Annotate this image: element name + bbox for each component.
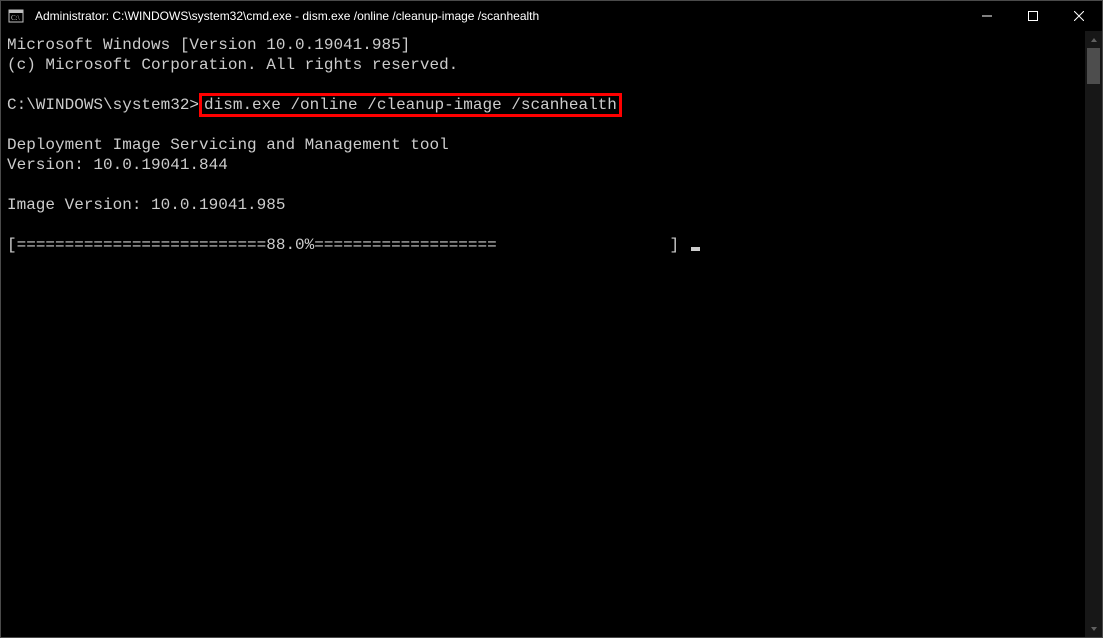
titlebar[interactable]: C:\ Administrator: C:\WINDOWS\system32\c…	[1, 1, 1102, 31]
terminal-output[interactable]: Microsoft Windows [Version 10.0.19041.98…	[1, 31, 1085, 637]
svg-text:C:\: C:\	[11, 14, 20, 22]
client-area: Microsoft Windows [Version 10.0.19041.98…	[1, 31, 1102, 637]
app-icon: C:\	[1, 1, 31, 31]
cmd-window: C:\ Administrator: C:\WINDOWS\system32\c…	[0, 0, 1103, 638]
entered-command: dism.exe /online /cleanup-image /scanhea…	[204, 96, 617, 114]
scroll-track[interactable]	[1085, 48, 1102, 620]
window-controls	[964, 1, 1102, 31]
copyright-line: (c) Microsoft Corporation. All rights re…	[7, 56, 458, 74]
scroll-up-button[interactable]	[1085, 31, 1102, 48]
window-title: Administrator: C:\WINDOWS\system32\cmd.e…	[31, 9, 964, 23]
prompt-prefix: C:\WINDOWS\system32>	[7, 96, 199, 114]
progress-bar: [==========================88.0%========…	[7, 236, 689, 254]
vertical-scrollbar[interactable]	[1085, 31, 1102, 637]
entered-command-highlight: dism.exe /online /cleanup-image /scanhea…	[199, 93, 622, 117]
minimize-button[interactable]	[964, 1, 1010, 31]
text-cursor	[691, 247, 700, 251]
image-version-line: Image Version: 10.0.19041.985	[7, 196, 285, 214]
os-version-line: Microsoft Windows [Version 10.0.19041.98…	[7, 36, 410, 54]
scroll-thumb[interactable]	[1087, 48, 1100, 84]
tool-version-line: Version: 10.0.19041.844	[7, 156, 228, 174]
tool-name-line: Deployment Image Servicing and Managemen…	[7, 136, 449, 154]
maximize-button[interactable]	[1010, 1, 1056, 31]
scroll-down-button[interactable]	[1085, 620, 1102, 637]
close-button[interactable]	[1056, 1, 1102, 31]
